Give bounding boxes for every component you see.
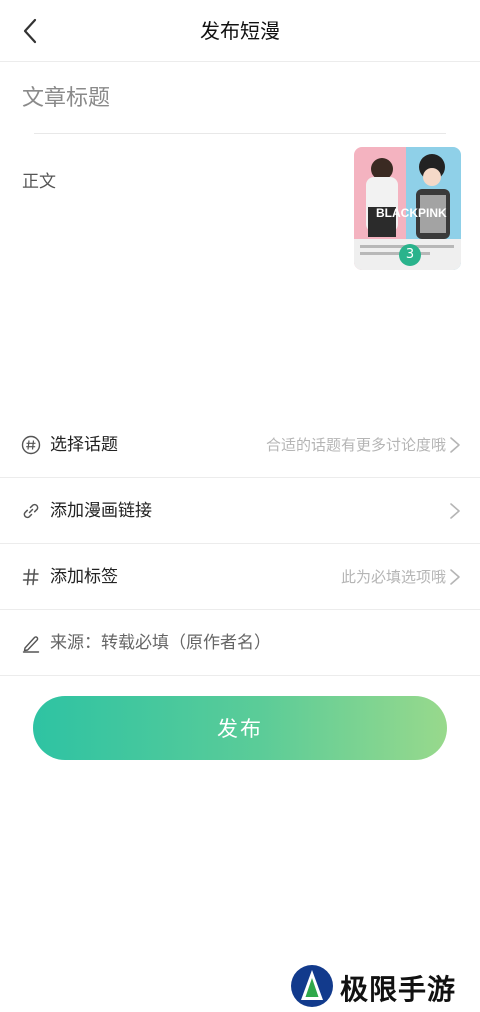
image-thumbnail[interactable]: BLACKPINK 3 bbox=[354, 147, 461, 270]
select-topic-label: 选择话题 bbox=[50, 435, 118, 455]
article-title-input[interactable] bbox=[22, 70, 442, 126]
add-tags-hint: 此为必填选项哦 bbox=[340, 568, 446, 586]
add-comic-link-label: 添加漫画链接 bbox=[50, 501, 152, 521]
select-topic-row[interactable]: 选择话题 合适的话题有更多讨论度哦 bbox=[0, 412, 480, 478]
chevron-right-icon bbox=[450, 569, 460, 585]
source-row bbox=[0, 610, 480, 676]
chevron-right-icon bbox=[450, 437, 460, 453]
page-title: 发布短漫 bbox=[200, 19, 280, 43]
article-body-input[interactable] bbox=[22, 170, 342, 400]
pen-icon bbox=[20, 632, 42, 654]
add-tags-row[interactable]: 添加标签 此为必填选项哦 bbox=[0, 544, 480, 610]
watermark-logo-icon bbox=[291, 965, 333, 1007]
image-count-badge: 3 bbox=[399, 244, 421, 266]
hash-bubble-icon bbox=[20, 434, 42, 456]
select-topic-hint: 合适的话题有更多讨论度哦 bbox=[265, 436, 446, 454]
link-icon bbox=[20, 500, 42, 522]
title-divider bbox=[34, 133, 446, 134]
top-bar: 发布短漫 bbox=[0, 0, 480, 62]
hashtag-icon bbox=[20, 566, 42, 588]
add-comic-link-row[interactable]: 添加漫画链接 bbox=[0, 478, 480, 544]
publish-button[interactable]: 发布 bbox=[33, 696, 447, 760]
svg-text:BLACKPINK: BLACKPINK bbox=[376, 206, 447, 220]
chevron-right-icon bbox=[450, 503, 460, 519]
watermark-text: 极限手游网 bbox=[340, 973, 457, 1006]
watermark: 极限手游网 bbox=[290, 962, 480, 1010]
add-tags-label: 添加标签 bbox=[50, 567, 118, 587]
source-input[interactable] bbox=[50, 622, 450, 664]
